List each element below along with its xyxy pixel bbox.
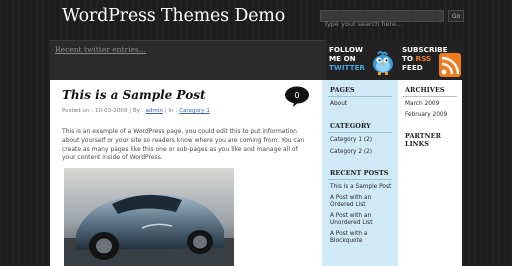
recent-post-item[interactable]: This is a Sample Post [330,184,396,191]
subscribe-line-2: TO RSS [402,54,442,63]
follow-line-3: TWITTER [329,63,365,72]
sidebar-secondary: ARCHIVES March 2009 February 2009 PARTNE… [398,80,462,266]
post-author-link[interactable]: admin [145,108,163,114]
follow-line-1: FOLLOW [329,45,363,54]
pages-heading: PAGES [330,86,355,94]
archive-item-february-2009[interactable]: February 2009 [405,112,447,119]
recent-post-item[interactable]: A Post with an Ordered List [330,195,380,209]
sidebar-item-about[interactable]: About [330,101,347,108]
twitter-bar: Recent twitter entries... [50,40,326,80]
subscribe-text[interactable]: SUBSCRIBE TO RSS FEED [402,45,448,72]
post-car-image [64,168,234,266]
comment-count: 0 [294,91,299,100]
rss-icon[interactable] [439,53,461,77]
partner-links-heading: PARTNER LINKS [405,132,441,148]
recent-posts-divider [328,179,392,180]
sidebar-primary: PAGES About CATEGORY Category 1 (2) Cate… [322,80,398,266]
follow-line-2: ME ON [329,54,356,63]
recent-posts-heading: RECENT POSTS [330,169,389,177]
archive-item-march-2009[interactable]: March 2009 [405,101,439,108]
subscribe-rss-word: RSS [415,54,432,63]
pages-divider [328,96,392,97]
category-heading: CATEGORY [330,122,371,130]
sidebar-item-category-1[interactable]: Category 1 (2) [330,137,372,144]
recent-post-item[interactable]: A Post with an Unordered List [330,213,380,227]
subscribe-line-3: FEED [402,63,423,72]
recent-post-item[interactable]: A Post with a Blockquote [330,231,380,245]
archives-heading: ARCHIVES [405,86,445,94]
search-input[interactable] [321,19,443,29]
main-content: This is a Sample Post 0 Posted on : 10-0… [50,80,322,266]
follow-twitter-box[interactable]: FOLLOW ME ON TWITTER [326,40,398,80]
follow-twitter-text[interactable]: FOLLOW ME ON TWITTER [329,45,373,72]
subscribe-rss-box[interactable]: SUBSCRIBE TO RSS FEED [398,40,462,80]
search-button[interactable]: Go [448,10,464,22]
comment-bubble-icon[interactable]: 0 [284,86,310,108]
post-title[interactable]: This is a Sample Post [62,88,206,102]
subscribe-line-1: SUBSCRIBE [402,45,448,54]
sidebar-item-category-2[interactable]: Category 2 (2) [330,149,372,156]
search-box[interactable] [320,10,444,29]
archives-divider [403,96,457,97]
post-body: This is an example of a WordPress page, … [62,128,305,162]
site-title[interactable]: WordPress Themes Demo [62,6,285,26]
post-meta-date: Posted on : 10-03-2009 | By : [62,108,144,114]
post-meta: Posted on : 10-03-2009 | By : admin | In… [62,108,210,114]
recent-twitter-link[interactable]: Recent twitter entries... [55,45,146,54]
post-category-link[interactable]: Category 1 [179,108,210,114]
subscribe-to: TO [402,54,414,63]
twitter-bird-icon[interactable] [370,48,396,76]
post-meta-in: | In : [164,108,178,114]
category-divider [328,132,392,133]
